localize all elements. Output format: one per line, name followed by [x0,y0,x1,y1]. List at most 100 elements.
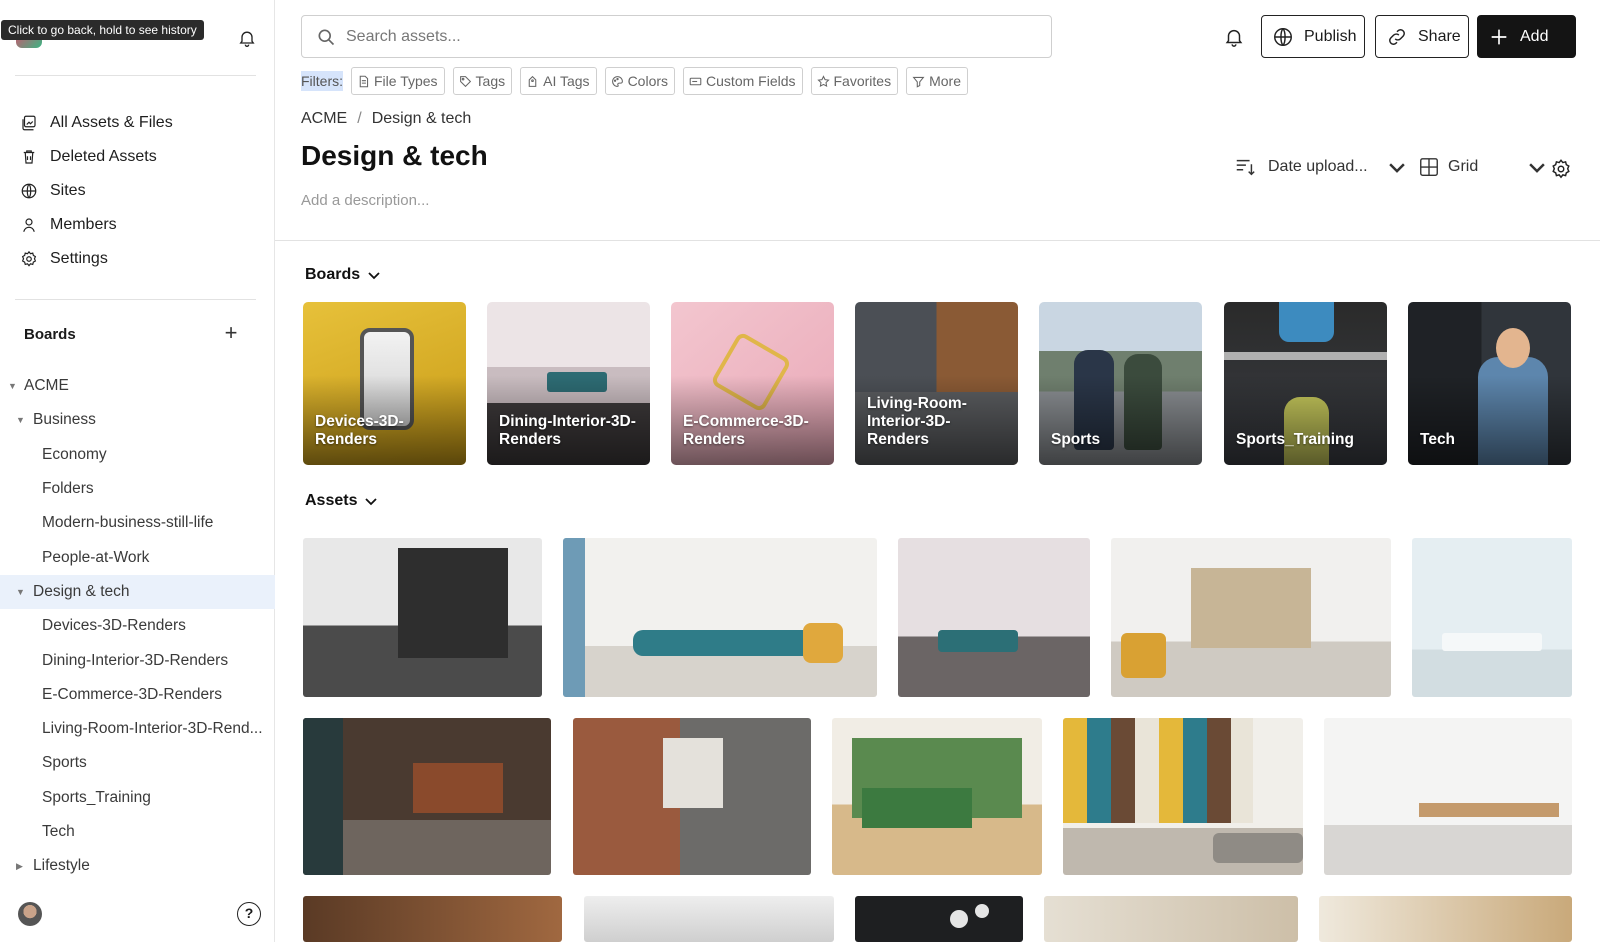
nav-label: Deleted Assets [50,148,157,165]
board-card[interactable]: Sports_Training [1224,302,1387,465]
share-button[interactable]: Share [1375,15,1469,58]
help-button[interactable]: ? [237,902,261,926]
view-dropdown[interactable]: Grid [1418,156,1556,178]
breadcrumb-root[interactable]: ACME [301,110,347,128]
tree-item[interactable]: Modern-business-still-life [0,506,275,540]
tree-item-label: Tech [42,823,75,840]
tree-item-label: Business [33,411,96,429]
asset-thumbnail[interactable] [303,718,551,875]
globe-icon [1274,27,1292,46]
asset-thumbnail[interactable] [1324,718,1572,875]
add-board-button[interactable]: + [221,322,241,344]
tree-item-label: Folders [42,480,94,498]
tree-item[interactable]: ▼ Business [0,403,275,437]
nav-label: Members [50,216,117,233]
board-card[interactable]: Dining-Interior-3D-Renders [487,302,650,465]
breadcrumb: ACME / Design & tech [301,110,471,128]
link-icon [1389,28,1405,45]
filter-tags[interactable]: Tags [452,67,513,95]
window-shape [663,738,723,808]
asset-thumbnail[interactable] [1044,896,1298,942]
asset-thumbnail[interactable] [1111,538,1391,697]
add-button[interactable]: Add [1477,15,1576,58]
tree-item-label: Modern-business-still-life [42,514,214,532]
tree-item[interactable]: E-Commerce-3D-Renders [0,678,275,712]
asset-thumbnail[interactable] [832,718,1042,875]
tree-item-label: Lifestyle [33,857,90,875]
board-card[interactable]: Living-Room-Interior-3D-Renders [855,302,1018,465]
ai-tag-icon [528,75,537,87]
nav-deleted-assets[interactable]: Deleted Assets [15,140,265,174]
asset-thumbnail[interactable] [898,538,1090,697]
filter-more[interactable]: More [906,67,968,95]
asset-thumbnail[interactable] [855,896,1023,942]
chevron-down-icon [365,498,378,506]
search-bar[interactable] [301,15,1052,58]
chip-label: Favorites [833,73,892,89]
tree-item[interactable]: Economy [0,438,275,472]
description-field[interactable]: Add a description... [301,192,429,209]
tree-item[interactable]: Folders [0,472,275,506]
asset-thumbnail[interactable] [563,538,877,697]
board-card[interactable]: Devices-3D-Renders [303,302,466,465]
table-shape [1442,633,1542,651]
tree-item[interactable]: Sports [0,746,275,780]
tree-item[interactable]: ▶ Lifestyle [0,849,275,883]
sort-dropdown[interactable]: Date upload... [1234,156,1420,178]
asset-thumbnail[interactable] [1063,718,1303,875]
asset-thumbnail[interactable] [303,538,542,697]
table-shape [1419,803,1559,817]
table-shape [938,630,1018,652]
assets-section-toggle[interactable]: Assets [305,492,379,510]
asset-thumbnail[interactable] [303,896,562,942]
caret-down-icon[interactable]: ▼ [8,381,17,391]
filter-custom-fields[interactable]: Custom Fields [683,67,803,95]
tree-item[interactable]: People-at-Work [0,540,275,574]
tree-item-label: Sports_Training [42,788,151,806]
tree-item[interactable]: Dining-Interior-3D-Renders [0,643,275,677]
tree-item[interactable]: ▼ Design & tech [0,574,275,610]
asset-thumbnail[interactable] [1412,538,1572,697]
assets-icon [22,115,36,131]
sidebar-divider [15,299,256,300]
caret-down-icon[interactable]: ▼ [16,415,25,425]
nav-all-assets[interactable]: All Assets & Files [15,106,265,140]
view-settings-gear-icon[interactable] [1550,158,1572,180]
tree-item-label: Living-Room-Interior-3D-Rend... [42,720,263,738]
sphere-shape [950,910,968,928]
notifications-bell-icon[interactable] [1223,26,1245,48]
tree-item-label: Devices-3D-Renders [42,617,186,635]
board-card[interactable]: Tech [1408,302,1571,465]
caret-right-icon[interactable]: ▶ [16,861,23,872]
filter-colors[interactable]: Colors [604,67,676,95]
filter-file-types[interactable]: File Types [351,67,445,95]
sidebar-bell-icon[interactable] [237,28,257,48]
search-input[interactable] [346,27,996,46]
asset-thumbnail[interactable] [573,718,811,875]
nav-members[interactable]: Members [15,208,265,242]
tree-item[interactable]: Sports_Training [0,781,275,815]
asset-thumbnail[interactable] [1319,896,1572,942]
filters-label: Filters: [301,71,343,91]
sidebar-boards-title: Boards [24,326,76,343]
board-card[interactable]: Sports [1039,302,1202,465]
asset-thumbnail[interactable] [584,896,834,942]
tile-wall-shape [1063,718,1253,823]
nav-settings[interactable]: Settings [15,242,265,276]
tree-item[interactable]: Living-Room-Interior-3D-Rend... [0,712,275,746]
app-window: Click to go back, hold to see history De… [0,0,1600,942]
caret-down-icon[interactable]: ▼ [16,587,25,597]
boards-section-toggle[interactable]: Boards [305,266,382,284]
filter-favorites[interactable]: Favorites [810,67,899,95]
tree-item-label: Economy [42,445,107,463]
board-card[interactable]: E-Commerce-3D-Renders [671,302,834,465]
tree-item[interactable]: Devices-3D-Renders [0,609,275,643]
publish-button[interactable]: Publish [1261,15,1365,58]
avatar[interactable] [18,902,42,926]
tree-item[interactable]: Tech [0,815,275,849]
tree-item[interactable]: ▼ ACME [0,369,275,403]
filter-ai-tags[interactable]: AI Tags [520,67,597,95]
nav-sites[interactable]: Sites [15,174,265,208]
tree-item-label: Dining-Interior-3D-Renders [42,651,229,669]
nav-label: All Assets & Files [50,114,173,131]
